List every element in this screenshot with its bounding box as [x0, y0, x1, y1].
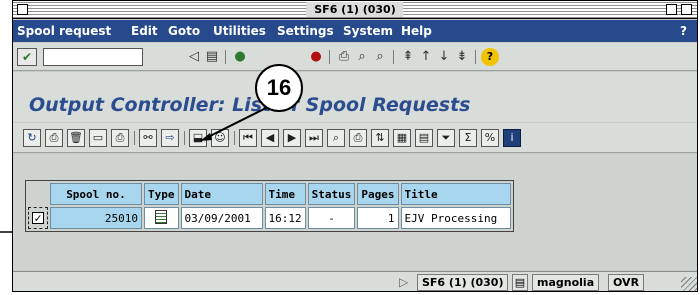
- choose-layout-icon[interactable]: ▦: [393, 129, 411, 147]
- status-system-field[interactable]: SF6 (1) (030): [417, 274, 509, 291]
- table-header-row: Spool no. Type Date Time Status Pages Ti…: [28, 183, 511, 205]
- system-toolbar: ✔ ◁ ▤ ● ● ⎙ ⌕ ⌕ ⇞ ↑ ↓ ⇟ ?: [13, 43, 697, 71]
- cell-pages[interactable]: 1: [357, 207, 399, 229]
- menu-system[interactable]: System: [343, 24, 393, 38]
- command-field[interactable]: [43, 48, 143, 66]
- previous-page-icon[interactable]: ↑: [417, 48, 435, 66]
- window-title: SF6 (1) (030): [306, 2, 404, 17]
- info-icon[interactable]: i: [503, 129, 521, 147]
- page-title: Output Controller: List of Spool Request…: [29, 94, 471, 116]
- header-pages[interactable]: Pages: [357, 183, 399, 205]
- cell-date[interactable]: 03/09/2001: [180, 207, 263, 229]
- enter-icon[interactable]: ✔: [17, 48, 37, 66]
- content-area: Spool no. Type Date Time Status Pages Ti…: [13, 154, 697, 270]
- cell-title[interactable]: EJV Processing: [400, 207, 511, 229]
- cell-type[interactable]: [144, 207, 179, 229]
- status-mode-field[interactable]: OVR: [608, 274, 645, 291]
- status-bar: ▷ SF6 (1) (030) ▤ magnolia OVR: [13, 271, 697, 291]
- cancel-icon[interactable]: ●: [307, 48, 325, 66]
- help-question-button[interactable]: ?: [680, 24, 687, 38]
- menu-help[interactable]: Help: [401, 24, 432, 38]
- menu-edit[interactable]: Edit: [131, 24, 158, 38]
- export-icon[interactable]: ▤: [415, 129, 433, 147]
- header-spool-no[interactable]: Spool no.: [50, 183, 142, 205]
- forward-icon[interactable]: ⇨: [161, 129, 179, 147]
- menu-bar: Spool request Edit Goto Utilities Settin…: [13, 20, 697, 42]
- find-next-icon[interactable]: ⌕: [371, 48, 389, 66]
- display-contents-icon[interactable]: ▭: [89, 129, 107, 147]
- server-list-icon[interactable]: ▤: [512, 274, 528, 291]
- header-time[interactable]: Time: [264, 183, 306, 205]
- back-arrow-icon[interactable]: ◁: [185, 48, 203, 66]
- collapse-box-icon[interactable]: [681, 4, 692, 15]
- back-icon[interactable]: ●: [231, 48, 249, 66]
- delete-icon[interactable]: 🗑: [67, 129, 85, 147]
- filter-icon[interactable]: ⏷: [437, 129, 455, 147]
- previous-icon[interactable]: ◀: [261, 129, 279, 147]
- search-icon[interactable]: ⌕: [327, 129, 345, 147]
- next-icon[interactable]: ▶: [283, 129, 301, 147]
- sum-icon[interactable]: Σ: [459, 129, 477, 147]
- status-server-field: magnolia: [532, 274, 600, 291]
- row-select-cell[interactable]: ✓: [28, 207, 48, 229]
- percent-icon[interactable]: %: [481, 129, 499, 147]
- last-icon[interactable]: ⏭: [305, 129, 323, 147]
- user-icon[interactable]: ☺: [211, 129, 229, 147]
- menu-settings[interactable]: Settings: [277, 24, 334, 38]
- application-toolbar: ↻ ⎙ 🗑 ▭ ⎙ ⚯ ⇨ ⬓ ☺ ⏮ ◀ ▶ ⏭ ⌕ ⎙ ⇅ ▦ ▤ ⏷ Σ …: [13, 123, 697, 153]
- header-title[interactable]: Title: [400, 183, 511, 205]
- help-icon[interactable]: ?: [481, 48, 499, 66]
- next-page-icon[interactable]: ↓: [435, 48, 453, 66]
- save-icon[interactable]: ▤: [203, 48, 221, 66]
- cell-spool-no[interactable]: 25010: [50, 207, 142, 229]
- row-checkbox[interactable]: ✓: [32, 211, 44, 224]
- first-icon[interactable]: ⏮: [239, 129, 257, 147]
- print-directly-icon[interactable]: ⎙: [45, 129, 63, 147]
- sort-icon[interactable]: ⇅: [371, 129, 389, 147]
- cell-time[interactable]: 16:12: [264, 207, 306, 229]
- display-output-requests-icon[interactable]: ⚯: [139, 129, 157, 147]
- header-status[interactable]: Status: [307, 183, 356, 205]
- resize-grip-icon[interactable]: [681, 277, 697, 291]
- last-page-icon[interactable]: ⇟: [453, 48, 471, 66]
- print-list-icon[interactable]: ⎙: [349, 129, 367, 147]
- table-row[interactable]: ✓ 25010 03/09/2001 16:12 - 1 EJV Process…: [28, 207, 511, 229]
- header-type[interactable]: Type: [144, 183, 179, 205]
- screen-title-area: Output Controller: List of Spool Request…: [13, 72, 697, 122]
- document-type-icon: [155, 209, 168, 224]
- header-date[interactable]: Date: [180, 183, 263, 205]
- status-expand-icon[interactable]: ▷: [399, 275, 408, 289]
- print-with-changed-attributes-icon[interactable]: ⎙: [111, 129, 129, 147]
- menu-utilities[interactable]: Utilities: [213, 24, 266, 38]
- zoom-box-icon[interactable]: [666, 4, 677, 15]
- cell-status[interactable]: -: [307, 207, 356, 229]
- sap-window: SF6 (1) (030) Spool request Edit Goto Ut…: [12, 0, 698, 292]
- archive-icon[interactable]: ⬓: [189, 129, 207, 147]
- menu-spool-request[interactable]: Spool request: [17, 24, 111, 38]
- callout-number-badge: 16: [255, 64, 303, 112]
- close-box-icon[interactable]: [17, 4, 28, 15]
- print-icon[interactable]: ⎙: [335, 48, 353, 66]
- first-page-icon[interactable]: ⇞: [399, 48, 417, 66]
- refresh-icon[interactable]: ↻: [23, 129, 41, 147]
- title-bar[interactable]: SF6 (1) (030): [13, 1, 697, 19]
- selection-column-header: [28, 183, 48, 205]
- find-icon[interactable]: ⌕: [353, 48, 371, 66]
- spool-request-table: Spool no. Type Date Time Status Pages Ti…: [25, 180, 514, 232]
- menu-goto[interactable]: Goto: [168, 24, 200, 38]
